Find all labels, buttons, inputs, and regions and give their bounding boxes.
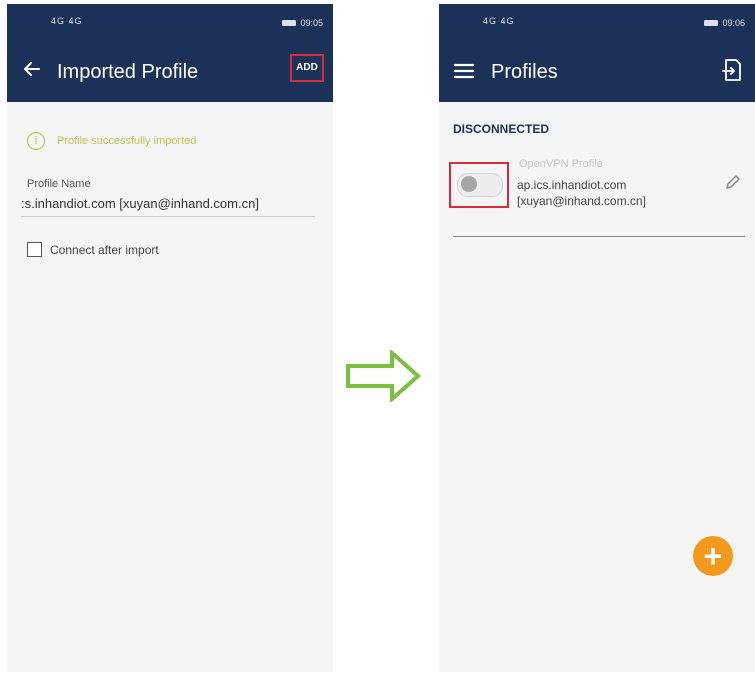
profiles-list: DISCONNECTED OpenVPN Profile ap.ics.inha… (439, 102, 755, 672)
success-message: i Profile successfully imported (27, 132, 196, 150)
profile-card[interactable]: OpenVPN Profile ap.ics.inhandiot.com [xu… (449, 152, 745, 236)
right-arrow-icon (346, 350, 422, 402)
toggle-highlight[interactable] (449, 162, 509, 208)
imported-profile-screen: 4G 4G 09:05 Imported Profile ADD i Profi… (7, 4, 333, 672)
profile-host: ap.ics.inhandiot.com (517, 178, 627, 192)
status-bar: 4G 4G 09:06 (439, 4, 755, 44)
import-form: i Profile successfully imported Profile … (7, 102, 333, 672)
status-bar: 4G 4G 09:05 (7, 4, 333, 44)
app-bar: Profiles (439, 44, 755, 102)
profile-name-input[interactable]: :s.inhandiot.com [xuyan@inhand.com.cn] (21, 196, 315, 217)
plus-icon: + (703, 538, 723, 574)
profile-type: OpenVPN Profile (519, 158, 603, 170)
connection-toggle[interactable] (457, 173, 503, 197)
app-bar: Imported Profile ADD (7, 44, 333, 102)
page-title: Imported Profile (57, 61, 199, 83)
toggle-thumb (461, 176, 477, 192)
divider (453, 236, 745, 237)
menu-icon[interactable] (453, 60, 475, 82)
signal-indicator: 4G 4G (51, 16, 83, 26)
profiles-screen: 4G 4G 09:06 Profiles DISCONNECTED OpenVP… (439, 4, 755, 672)
back-arrow-icon[interactable] (21, 58, 43, 80)
section-header: DISCONNECTED (453, 122, 550, 136)
add-profile-button[interactable]: + (693, 536, 733, 576)
connect-after-import-label: Connect after import (50, 242, 159, 257)
signal-indicator: 4G 4G (483, 16, 515, 26)
success-text: Profile successfully imported (57, 135, 197, 147)
connect-after-import-row[interactable]: Connect after import (27, 242, 159, 257)
import-file-icon[interactable] (721, 58, 743, 82)
connect-after-import-checkbox[interactable] (27, 242, 42, 257)
edit-pencil-icon[interactable] (723, 172, 743, 192)
info-icon: i (27, 132, 45, 150)
page-title: Profiles (491, 61, 558, 83)
status-time: 09:05 (300, 18, 323, 28)
add-button[interactable]: ADD (290, 54, 324, 82)
status-time: 09:06 (722, 18, 745, 28)
profile-name-label: Profile Name (27, 178, 91, 190)
profile-user: [xuyan@inhand.com.cn] (517, 194, 646, 208)
battery-icon (282, 20, 297, 26)
battery-icon (704, 20, 719, 26)
